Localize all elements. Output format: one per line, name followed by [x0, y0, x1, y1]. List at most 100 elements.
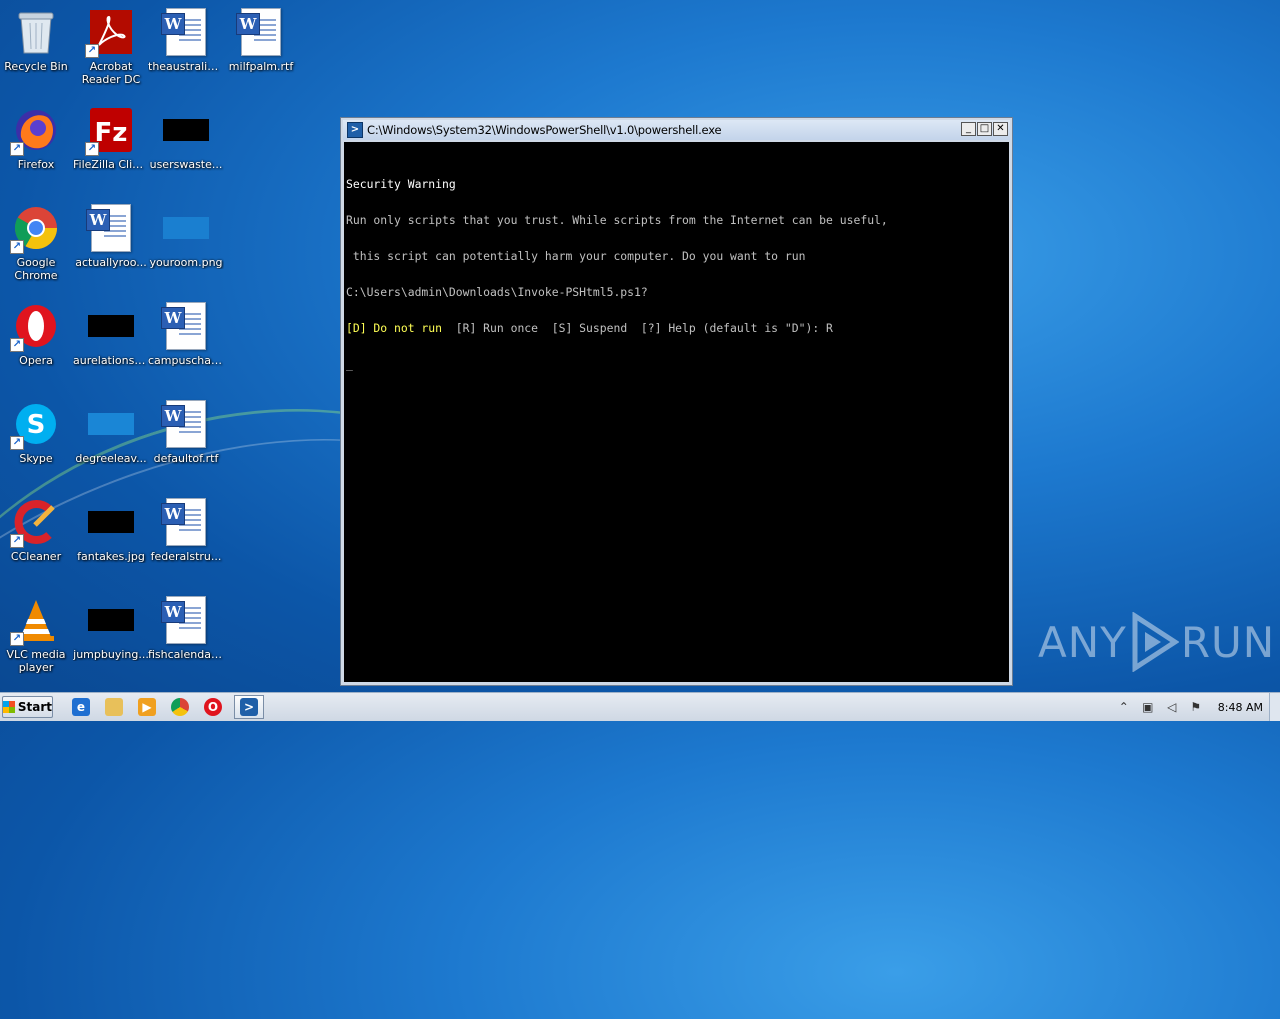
desktop-icon-recycle-bin[interactable]: Recycle Bin [0, 2, 74, 92]
window-controls: _ □ ✕ [960, 122, 1008, 136]
recycle-bin-icon [12, 8, 60, 56]
desktop-icon-label: userswaste... [149, 158, 223, 171]
anyrun-watermark: ANY RUN [1038, 612, 1275, 672]
desktop-icon-label: Firefox [17, 158, 55, 171]
desktop-icon-degreeleav[interactable]: degreeleav... [73, 394, 149, 484]
desktop-icon-label: Acrobat Reader DC [81, 60, 141, 86]
desktop-icon-google-chrome[interactable]: ↗ Google Chrome [0, 198, 74, 288]
file-explorer-icon[interactable] [105, 698, 123, 716]
maximize-button[interactable]: □ [977, 122, 992, 136]
powershell-icon: > [347, 122, 363, 138]
desktop-icon-label: Opera [19, 354, 53, 367]
desktop-icon-filezilla[interactable]: Fz ↗ FileZilla Client [73, 100, 149, 190]
desktop-icon-label: jumpbuying... [73, 648, 149, 661]
word-document-icon: W [236, 8, 285, 56]
desktop-icon-label: actuallyroo... [75, 256, 147, 269]
acrobat-icon: ↗ [85, 8, 135, 58]
text-cursor: _ [346, 357, 353, 371]
file-thumbnail-icon [162, 204, 210, 252]
word-document-icon: W [161, 498, 210, 546]
desktop-icon-label: theaustralia... [148, 60, 224, 73]
show-hidden-icons-icon[interactable]: ⌃ [1116, 699, 1132, 715]
desktop-icon-fishcalendar[interactable]: W fishcalendar... [148, 590, 224, 680]
file-thumbnail-icon [87, 400, 135, 448]
shortcut-arrow-icon: ↗ [10, 632, 24, 646]
powershell-taskbar-button[interactable]: > [234, 695, 264, 719]
svg-text:S: S [27, 410, 46, 440]
powershell-taskbar-icon: > [240, 698, 258, 716]
window-titlebar[interactable]: > C:\Windows\System32\WindowsPowerShell\… [343, 120, 1010, 140]
clock[interactable]: 8:48 AM [1218, 701, 1263, 714]
file-thumbnail-icon [87, 596, 135, 644]
file-thumbnail-icon [87, 498, 135, 546]
chrome-taskbar-icon[interactable] [171, 698, 189, 716]
taskbar: Start e ▶ O > ⌃ ▣ ◁ ⚑ 8:48 AM [0, 692, 1280, 721]
desktop-icon-jumpbuying[interactable]: jumpbuying... [73, 590, 149, 680]
word-document-icon: W [86, 204, 135, 252]
watermark-right-text: RUN [1180, 617, 1276, 667]
start-label: Start [17, 700, 52, 714]
shortcut-arrow-icon: ↗ [85, 44, 99, 58]
shortcut-arrow-icon: ↗ [10, 436, 24, 450]
windows-logo-icon [3, 701, 15, 713]
console-line: Security Warning [346, 177, 456, 191]
desktop-icon-opera[interactable]: ↗ Opera [0, 296, 74, 386]
shortcut-arrow-icon: ↗ [10, 240, 24, 254]
desktop-icon-youroom[interactable]: youroom.png [148, 198, 224, 288]
console-prompt-line: [D] Do not run [R] Run once [S] Suspend … [346, 322, 1007, 334]
shortcut-arrow-icon: ↗ [85, 142, 99, 156]
ccleaner-icon: ↗ [10, 498, 60, 548]
media-player-icon[interactable]: ▶ [138, 698, 156, 716]
shortcut-arrow-icon: ↗ [10, 142, 24, 156]
desktop-icon-label: milfpalm.rtf [228, 60, 294, 73]
word-document-icon: W [161, 8, 210, 56]
desktop-icon-ccleaner[interactable]: ↗ CCleaner [0, 492, 74, 582]
prompt-options: [R] Run once [S] Suspend [?] Help (defau… [442, 321, 833, 335]
console-output[interactable]: Security Warning Run only scripts that y… [344, 142, 1009, 682]
desktop-icon-acrobat[interactable]: ↗ Acrobat Reader DC [73, 2, 149, 92]
desktop-icon-theaustralia[interactable]: W theaustralia... [148, 2, 224, 92]
desktop-icon-label: aurelationsh... [73, 354, 149, 367]
close-button[interactable]: ✕ [993, 122, 1008, 136]
desktop-icon-label: CCleaner [10, 550, 62, 563]
desktop-icon-aurelationsh[interactable]: aurelationsh... [73, 296, 149, 386]
firefox-icon: ↗ [10, 106, 60, 156]
desktop-icon-actuallyroo[interactable]: W actuallyroo... [73, 198, 149, 288]
powershell-window[interactable]: > C:\Windows\System32\WindowsPowerShell\… [340, 117, 1013, 686]
internet-explorer-icon[interactable]: e [72, 698, 90, 716]
start-button[interactable]: Start [2, 696, 53, 718]
desktop-icon-campuschar[interactable]: W campuschar... [148, 296, 224, 386]
minimize-button[interactable]: _ [961, 122, 976, 136]
desktop-icon-label: FileZilla Client [73, 158, 149, 171]
network-icon[interactable]: ▣ [1140, 699, 1156, 715]
desktop-icon-vlc[interactable]: ↗ VLC media player [0, 590, 74, 680]
desktop-icon-label: Google Chrome [14, 256, 58, 282]
desktop-icon-fantakes[interactable]: fantakes.jpg [73, 492, 149, 582]
desktop-icon-skype[interactable]: S ↗ Skype [0, 394, 74, 484]
word-document-icon: W [161, 302, 210, 350]
desktop-icon-defaultof[interactable]: W defaultof.rtf [148, 394, 224, 484]
word-document-icon: W [161, 596, 210, 644]
system-tray: ⌃ ▣ ◁ ⚑ 8:48 AM [1108, 693, 1280, 721]
action-center-flag-icon[interactable]: ⚑ [1188, 699, 1204, 715]
desktop-icon-federalstru[interactable]: W federalstru... [148, 492, 224, 582]
show-desktop-button[interactable] [1269, 693, 1280, 721]
svg-text:Fz: Fz [95, 118, 128, 148]
opera-icon: ↗ [10, 302, 60, 352]
desktop-icon-label: fishcalendar... [148, 648, 224, 661]
opera-taskbar-icon[interactable]: O [204, 698, 222, 716]
desktop-icon-milfpalm[interactable]: W milfpalm.rtf [223, 2, 299, 92]
desktop-icon-label: Recycle Bin [4, 60, 68, 73]
prompt-default-option: [D] Do not run [346, 321, 443, 335]
console-line: C:\Users\admin\Downloads\Invoke-PSHtml5.… [346, 285, 648, 299]
desktop-icon-label: defaultof.rtf [153, 452, 219, 465]
desktop-icon-label: federalstru... [150, 550, 222, 563]
console-line: Run only scripts that you trust. While s… [346, 213, 888, 227]
desktop-icon-label: Skype [19, 452, 53, 465]
console-line: this script can potentially harm your co… [346, 249, 806, 263]
window-title: C:\Windows\System32\WindowsPowerShell\v1… [367, 123, 722, 137]
file-thumbnail-icon [162, 106, 210, 154]
volume-icon[interactable]: ◁ [1164, 699, 1180, 715]
desktop-icon-firefox[interactable]: ↗ Firefox [0, 100, 74, 190]
desktop-icon-userswaste[interactable]: userswaste... [148, 100, 224, 190]
